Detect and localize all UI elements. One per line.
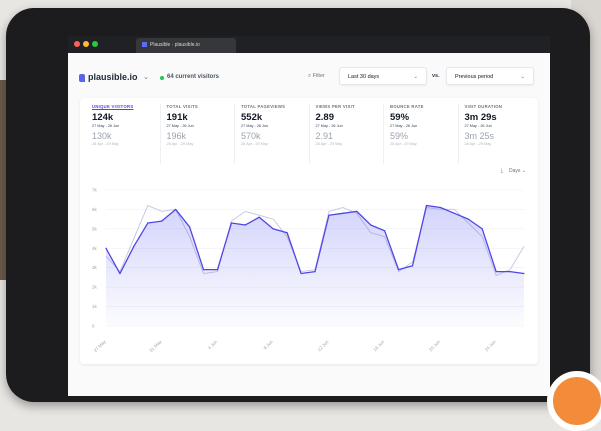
data-point xyxy=(328,214,330,216)
data-point xyxy=(272,228,274,230)
data-point xyxy=(425,204,428,207)
data-point xyxy=(481,228,483,230)
y-tick-label: 6k xyxy=(92,207,98,212)
browser-tab[interactable]: Plausible · plausible.io xyxy=(136,38,236,53)
data-point xyxy=(300,272,302,275)
data-point xyxy=(384,230,386,232)
data-point xyxy=(314,271,316,273)
y-tick-label: 7k xyxy=(92,188,98,193)
site-switcher[interactable]: plausible.io xyxy=(88,72,138,82)
comparison-select[interactable]: Previous period ⌄ xyxy=(446,67,534,85)
tablet-device: Plausible · plausible.io plausible.io ⌄ … xyxy=(6,8,590,402)
x-tick-label: 4 Jun xyxy=(207,339,219,351)
period-select[interactable]: Last 30 days ⌄ xyxy=(339,67,427,85)
y-tick-label: 1k xyxy=(92,304,98,309)
x-tick-label: 24 Jun xyxy=(484,339,497,352)
tab-title: Plausible · plausible.io xyxy=(150,42,200,48)
x-tick-label: 16 Jun xyxy=(372,339,385,352)
data-point xyxy=(258,216,260,218)
data-point xyxy=(370,224,372,226)
chevron-down-icon: ⌄ xyxy=(520,74,525,80)
current-series-area xyxy=(106,205,524,326)
visitors-line-chart[interactable]: 0 1k 2k 3k 4k 5k 6k 7k 27 May 31 May 4 Jun 8 Jun 12 … xyxy=(80,98,538,364)
maximize-window-button[interactable] xyxy=(92,41,98,47)
floating-badge xyxy=(547,371,601,431)
x-tick-label: 12 Jun xyxy=(317,339,330,352)
live-indicator-icon xyxy=(160,76,164,80)
y-tick-label: 3k xyxy=(92,265,98,270)
data-point xyxy=(342,212,344,214)
chevron-down-icon: ⌄ xyxy=(413,74,418,80)
filter-button[interactable]: ⌕ Filter xyxy=(308,73,325,80)
data-point xyxy=(523,272,525,275)
vs-label: vs. xyxy=(432,73,440,79)
close-window-button[interactable] xyxy=(74,41,80,47)
data-point xyxy=(244,224,246,226)
minimize-window-button[interactable] xyxy=(83,41,89,47)
data-point xyxy=(286,232,288,234)
chevron-down-icon[interactable]: ⌄ xyxy=(143,73,149,81)
browser-titlebar: Plausible · plausible.io xyxy=(68,36,550,53)
data-point xyxy=(147,222,149,224)
y-tick-label: 4k xyxy=(92,246,98,251)
x-tick-label: 8 Jun xyxy=(263,339,275,351)
main-graph-card: UNIQUE VISITORS 124k 27 May - 26 Jun 130k 28… xyxy=(80,98,538,364)
data-point xyxy=(356,210,358,212)
data-point xyxy=(453,212,455,214)
y-tick-label: 5k xyxy=(92,226,98,231)
data-point xyxy=(411,265,414,267)
data-point xyxy=(119,272,121,275)
data-point xyxy=(230,222,232,224)
data-point xyxy=(133,245,135,247)
favicon-icon xyxy=(142,42,147,48)
data-point xyxy=(495,271,497,273)
current-visitors-link[interactable]: 64 current visitors xyxy=(167,74,219,80)
filter-label: Filter xyxy=(312,73,325,79)
x-tick-label: 27 May xyxy=(93,339,108,354)
data-point xyxy=(467,218,469,220)
x-tick-label: 31 May xyxy=(148,339,163,354)
data-point xyxy=(161,220,163,222)
data-point xyxy=(189,226,191,228)
data-point xyxy=(105,247,107,249)
browser-window: Plausible · plausible.io plausible.io ⌄ … xyxy=(68,36,550,396)
x-tick-label: 20 Jun xyxy=(428,339,441,352)
data-point xyxy=(509,271,511,273)
data-point xyxy=(216,269,219,271)
period-label: Last 30 days xyxy=(348,74,380,80)
data-point xyxy=(202,269,205,271)
data-point xyxy=(398,269,400,271)
plausible-logo-icon xyxy=(79,74,85,82)
y-tick-label: 2k xyxy=(92,285,98,290)
data-point xyxy=(175,208,177,211)
data-point xyxy=(439,206,441,209)
dashboard-topbar: plausible.io ⌄ 64 current visitors ⌕ Fil… xyxy=(68,53,550,101)
y-tick-label: 0 xyxy=(92,324,95,329)
search-icon: ⌕ xyxy=(308,73,312,79)
comparison-label: Previous period xyxy=(455,74,494,80)
